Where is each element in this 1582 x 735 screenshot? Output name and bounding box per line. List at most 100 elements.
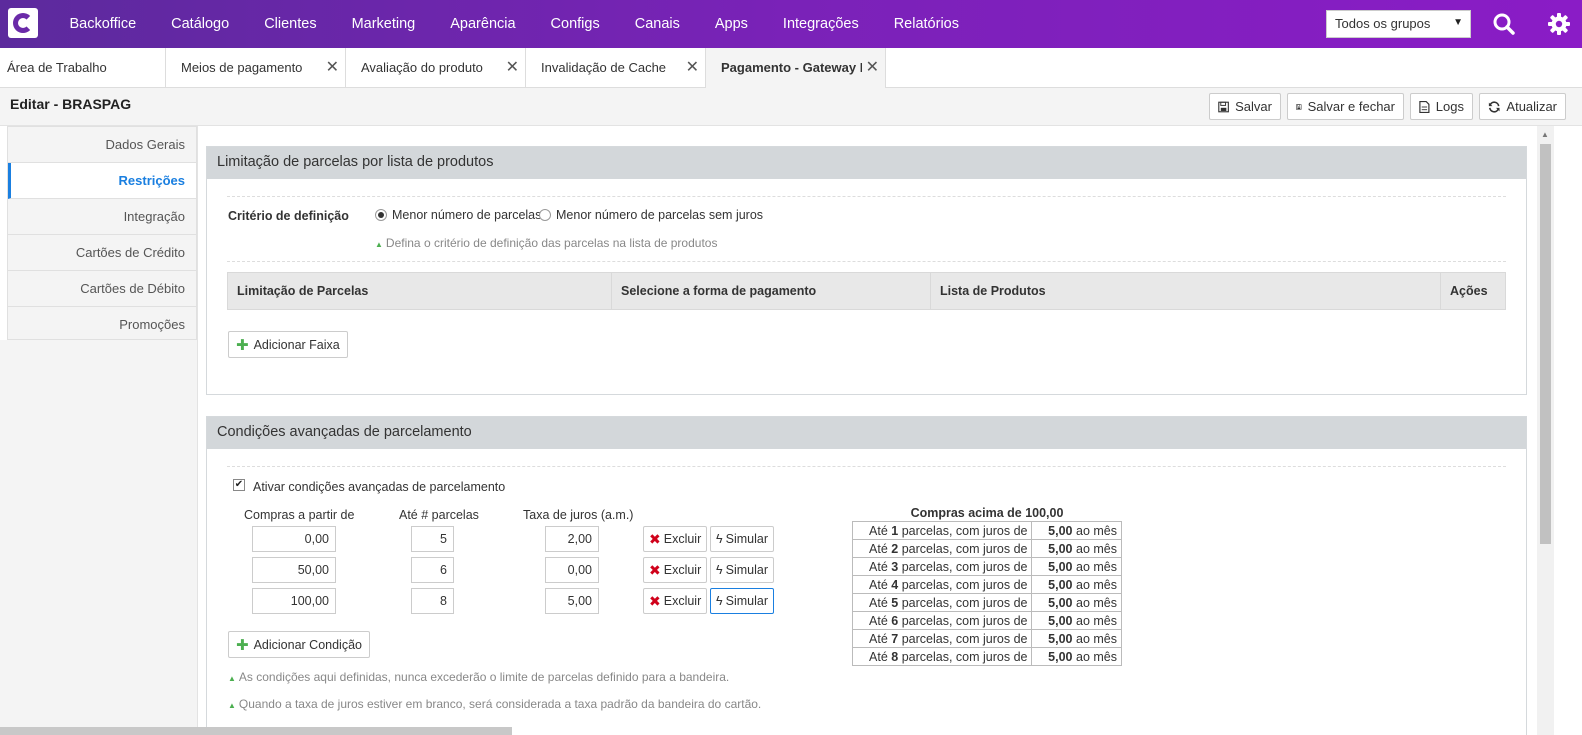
refresh-label: Atualizar [1506, 99, 1557, 114]
add-range-button[interactable]: ✚ Adicionar Faixa [228, 331, 348, 358]
scroll-up-icon[interactable]: ▲ [1541, 130, 1549, 139]
save-button[interactable]: Salvar [1209, 93, 1281, 120]
vertical-scrollbar[interactable]: ▲ [1537, 126, 1554, 735]
divider [227, 261, 1506, 262]
col-max-label: Até # parcelas [399, 508, 479, 522]
logo-icon[interactable] [8, 8, 38, 38]
nav-canais[interactable]: Canais [617, 16, 697, 32]
add-condition-label: Adicionar Condição [253, 637, 362, 652]
tab-bar: Área de Trabalho Meios de pagamento ✕ Av… [0, 48, 1582, 88]
delete-button[interactable]: ✖ Excluir [643, 557, 708, 583]
nav-backoffice[interactable]: Backoffice [52, 16, 154, 32]
simulation-row: Até 5 parcelas, com juros de 5,00 ao mês [851, 593, 1122, 612]
table-header: Limitação de Parcelas Selecione a forma … [227, 272, 1506, 310]
gear-icon[interactable] [1547, 12, 1571, 36]
logs-label: Logs [1435, 99, 1464, 114]
add-condition-button[interactable]: ✚ Adicionar Condição [228, 631, 370, 658]
refresh-button[interactable]: Atualizar [1479, 93, 1566, 120]
sidebar-item-cartoes-credito[interactable]: Cartões de Crédito [8, 235, 196, 271]
close-icon[interactable]: ✕ [322, 57, 339, 77]
sim-prefix: Até [869, 649, 888, 664]
sidebar-item-promocoes[interactable]: Promoções [8, 307, 196, 343]
tab-avaliacao-produto[interactable]: Avaliação do produto ✕ [346, 48, 526, 88]
rate-input[interactable]: 5,00 [545, 588, 599, 614]
sim-prefix: Até [869, 631, 888, 646]
sim-prefix: Até [869, 523, 888, 538]
sim-rate: 5,00 [1048, 559, 1073, 574]
sim-suffix: ao mês [1076, 523, 1117, 538]
radio-min-installments[interactable] [375, 209, 387, 221]
logs-button[interactable]: Logs [1410, 93, 1473, 120]
tab-pagamento-gateway[interactable]: Pagamento - Gateway Br ✕ [706, 48, 886, 88]
nav-marketing[interactable]: Marketing [334, 16, 433, 32]
sim-installments: 4 [891, 577, 899, 592]
simulation-cell-installments: Até 5 parcelas, com juros de [851, 593, 1033, 612]
from-input[interactable]: 0,00 [252, 526, 336, 552]
tab-label: Pagamento - Gateway Br [721, 60, 875, 75]
col-payment-method: Selecione a forma de pagamento [612, 273, 931, 309]
rate-input[interactable]: 2,00 [545, 526, 599, 552]
max-installments-input[interactable]: 6 [411, 557, 454, 583]
close-icon[interactable]: ✕ [502, 57, 519, 77]
sidebar-item-dados-gerais[interactable]: Dados Gerais [8, 127, 196, 163]
col-rate-label: Taxa de juros (a.m.) [523, 508, 634, 522]
close-icon[interactable]: ✕ [682, 57, 699, 77]
conditions-hint-text: As condições aqui definidas, nunca exced… [238, 670, 730, 684]
nav-configs[interactable]: Configs [533, 16, 617, 32]
tab-label: Invalidação de Cache [541, 60, 667, 75]
rate-input[interactable]: 0,00 [545, 557, 599, 583]
tab-meios-pagamento[interactable]: Meios de pagamento ✕ [166, 48, 346, 88]
sidebar-item-integracao[interactable]: Integração [8, 199, 196, 235]
simulation-row: Até 6 parcelas, com juros de 5,00 ao mês [851, 611, 1122, 630]
max-installments-input[interactable]: 5 [411, 526, 454, 552]
tab-invalidacao-cache[interactable]: Invalidação de Cache ✕ [526, 48, 706, 88]
panel-title: Limitação de parcelas por lista de produ… [207, 147, 1526, 179]
simulation-row: Até 8 parcelas, com juros de 5,00 ao mês [851, 647, 1122, 666]
simulation-row: Até 1 parcelas, com juros de 5,00 ao mês [851, 521, 1122, 540]
add-range-label: Adicionar Faixa [253, 337, 340, 352]
sim-installments: 8 [891, 649, 899, 664]
sidebar-item-cartoes-debito[interactable]: Cartões de Débito [8, 271, 196, 307]
nav-relatorios[interactable]: Relatórios [876, 16, 976, 32]
sim-prefix: Até [869, 577, 888, 592]
caret-down-icon: ▼ [1453, 17, 1463, 28]
nav-apps[interactable]: Apps [697, 16, 765, 32]
sim-text: parcelas, com juros de [901, 559, 1028, 574]
simulation-cell-rate: 5,00 ao mês [1031, 557, 1122, 576]
document-icon [1419, 100, 1430, 113]
save-close-button[interactable]: Salvar e fechar [1287, 93, 1404, 120]
refresh-icon [1488, 100, 1500, 113]
scrollbar-thumb[interactable] [1540, 144, 1551, 544]
simulation-cell-rate: 5,00 ao mês [1031, 593, 1122, 612]
search-icon[interactable] [1492, 12, 1516, 36]
simulation-cell-rate: 5,00 ao mês [1031, 539, 1122, 558]
delete-button[interactable]: ✖ Excluir [643, 526, 708, 552]
from-input[interactable]: 100,00 [252, 588, 336, 614]
simulate-button[interactable]: ϟ Simular [710, 526, 774, 552]
radio-min-installments-label[interactable]: Menor número de parcelas [392, 208, 541, 222]
nav-clientes[interactable]: Clientes [247, 16, 334, 32]
from-input[interactable]: 50,00 [252, 557, 336, 583]
sim-text: parcelas, com juros de [901, 649, 1028, 664]
radio-min-installments-no-interest[interactable] [539, 209, 551, 221]
enable-advanced-checkbox[interactable]: ✔ [233, 479, 245, 491]
horizontal-scrollbar[interactable] [0, 727, 512, 735]
max-installments-input[interactable]: 8 [411, 588, 454, 614]
sidebar-item-restricoes[interactable]: Restrições [8, 163, 196, 199]
simulate-button[interactable]: ϟ Simular [710, 588, 774, 614]
nav-aparencia[interactable]: Aparência [433, 16, 533, 32]
simulation-cell-rate: 5,00 ao mês [1031, 611, 1122, 630]
nav-catalogo[interactable]: Catálogo [154, 16, 247, 32]
simulate-button[interactable]: ϟ Simular [710, 557, 774, 583]
delete-button[interactable]: ✖ Excluir [643, 588, 708, 614]
simulation-table: Até 1 parcelas, com juros de 5,00 ao mês A… [851, 521, 1122, 666]
nav-integracoes[interactable]: Integrações [765, 16, 876, 32]
tab-area-trabalho[interactable]: Área de Trabalho [0, 48, 166, 88]
group-select[interactable]: Todos os grupos ▼ [1326, 10, 1471, 38]
sim-suffix: ao mês [1076, 541, 1117, 556]
radio-min-installments-no-interest-label[interactable]: Menor número de parcelas sem juros [556, 208, 763, 222]
enable-advanced-label[interactable]: Ativar condições avançadas de parcelamen… [253, 480, 505, 494]
simulation-cell-installments: Até 3 parcelas, com juros de [851, 557, 1033, 576]
bolt-icon: ϟ [716, 532, 723, 546]
close-icon[interactable]: ✕ [861, 57, 879, 77]
